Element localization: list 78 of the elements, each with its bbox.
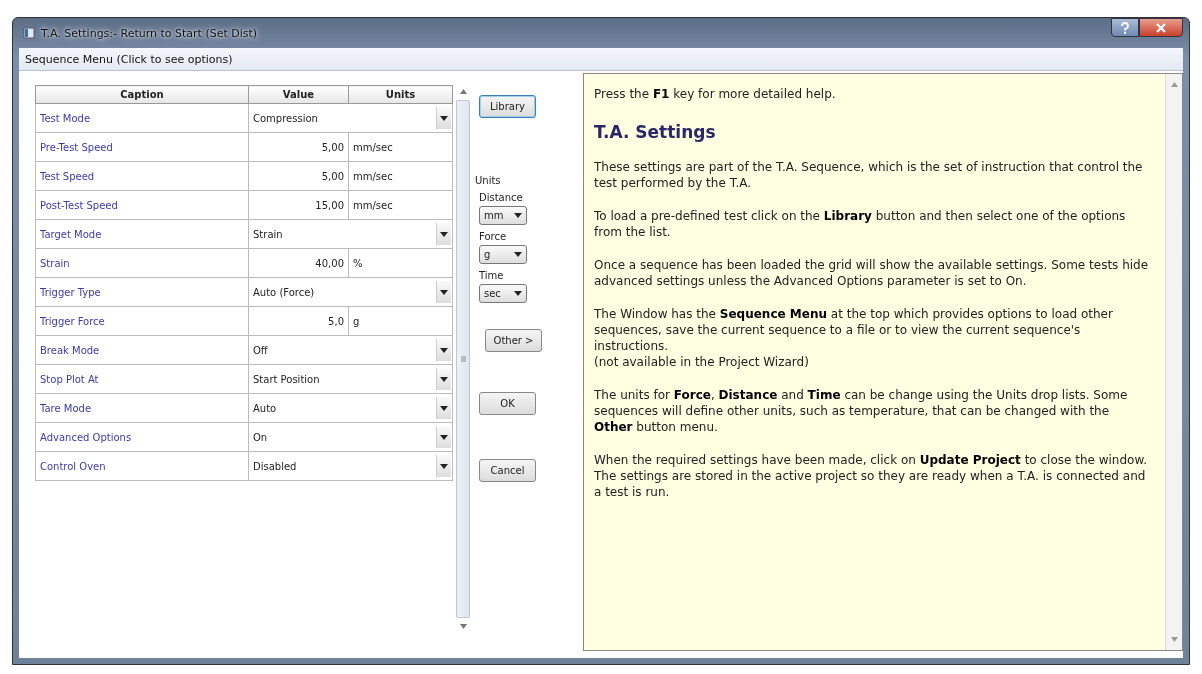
row-caption: Stop Plot At (35, 364, 249, 394)
caret-icon (440, 347, 448, 353)
units-cell: mm/sec (348, 161, 453, 191)
value-cell[interactable]: 5,00 (248, 161, 349, 191)
units-cell: mm/sec (348, 190, 453, 220)
field-label: Force (479, 231, 507, 242)
value-dropdown[interactable]: Off (249, 336, 452, 364)
row-caption: Test Mode (35, 103, 249, 133)
row-caption: Break Mode (35, 335, 249, 365)
help-heading: T.A. Settings (594, 122, 717, 142)
caret-icon (514, 213, 522, 218)
units-cell: % (348, 248, 453, 278)
row-caption: Strain (35, 248, 249, 278)
scroll-down-icon[interactable] (1170, 637, 1178, 642)
help-paragraph: Once a sequence has been loaded the grid will show the available settings. Some tests hide advanced settings unless the Advanced Options parameter is set to On. (594, 257, 1150, 289)
ok-button[interactable]: OK (479, 392, 536, 415)
help-paragraph: When the required settings have been made, click on Update Project to close the window. The settings are stored in the active project so they are ready when a T.A. is connected and a test is run. (594, 452, 1148, 500)
cancel-button[interactable]: Cancel (479, 459, 536, 482)
scroll-up-icon[interactable] (459, 89, 467, 94)
units-label: Units (475, 175, 501, 186)
help-text: Press the F1 key for more detailed help. (594, 86, 837, 102)
caret-icon (440, 289, 448, 295)
row-caption: Target Mode (35, 219, 249, 249)
help-paragraph: These settings are part of the T.A. Sequence, which is the set of instruction that control the test performed by the T.A. (594, 159, 1144, 191)
caret-icon (440, 376, 448, 382)
value-cell[interactable]: 5,00 (248, 132, 349, 162)
value-cell[interactable]: 40,00 (248, 248, 349, 278)
scroll-up-icon[interactable] (1170, 82, 1178, 87)
field-label: Distance (479, 192, 523, 203)
help-button[interactable] (1111, 18, 1139, 37)
help-paragraph: The Window has the Sequence Menu at the top which provides options to load other sequences, save the current sequence to a file or to view the current sequence's instructions. (594, 306, 1114, 354)
value-cell[interactable]: 5,0 (248, 306, 349, 336)
value-cell[interactable]: 15,00 (248, 190, 349, 220)
column-header: Caption (35, 85, 249, 104)
caret-icon (514, 291, 522, 296)
close-button[interactable] (1139, 18, 1183, 37)
row-caption: Test Speed (35, 161, 249, 191)
row-caption: Post-Test Speed (35, 190, 249, 220)
row-caption: Advanced Options (35, 422, 249, 452)
row-caption: Trigger Type (35, 277, 249, 307)
sequence-menu[interactable]: Sequence Menu (Click to see options) (25, 52, 233, 66)
caret-icon (440, 115, 448, 121)
caret-icon (440, 434, 448, 440)
caret-icon (440, 405, 448, 411)
unit-dropdown[interactable]: sec (479, 284, 527, 303)
caret-icon (514, 252, 522, 257)
row-caption: Trigger Force (35, 306, 249, 336)
value-dropdown[interactable]: Auto (249, 394, 452, 422)
row-caption: Control Oven (35, 451, 249, 481)
column-header: Value (248, 85, 349, 104)
caret-icon (440, 231, 448, 237)
units-cell: mm/sec (348, 132, 453, 162)
other-button[interactable]: Other > (485, 329, 542, 352)
value-dropdown[interactable]: On (249, 423, 452, 451)
field-label: Time (479, 270, 504, 281)
unit-dropdown[interactable]: g (479, 245, 527, 264)
help-paragraph: The units for Force, Distance and Time can be change using the Units drop lists. Some sequences will define other units, such as temperature, that can be changed with the Other button menu. (594, 387, 1129, 435)
question-mark-icon (1120, 21, 1130, 34)
row-caption: Tare Mode (35, 393, 249, 423)
close-icon (1156, 22, 1166, 33)
unit-dropdown[interactable]: mm (479, 206, 527, 225)
value-dropdown[interactable]: Auto (Force) (249, 278, 452, 306)
value-dropdown[interactable]: Start Position (249, 365, 452, 393)
app-icon (23, 27, 35, 39)
column-header: Units (348, 85, 453, 104)
value-dropdown[interactable]: Strain (249, 220, 452, 248)
scroll-down-icon[interactable] (459, 624, 467, 629)
window-title: T.A. Settings:- Return to Start (Set Dist) (41, 26, 258, 40)
help-paragraph: To load a pre-defined test click on the Library button and then select one of the options from the list. (594, 208, 1127, 240)
help-scrollbar[interactable] (1165, 74, 1182, 650)
caret-icon (440, 463, 448, 469)
grip-icon (460, 356, 466, 362)
help-note: (not available in the Project Wizard) (594, 354, 810, 370)
value-dropdown[interactable]: Compression (249, 104, 452, 132)
units-cell: g (348, 306, 453, 336)
value-dropdown[interactable]: Disabled (249, 452, 452, 480)
library-button[interactable]: Library (479, 95, 536, 118)
row-caption: Pre-Test Speed (35, 132, 249, 162)
